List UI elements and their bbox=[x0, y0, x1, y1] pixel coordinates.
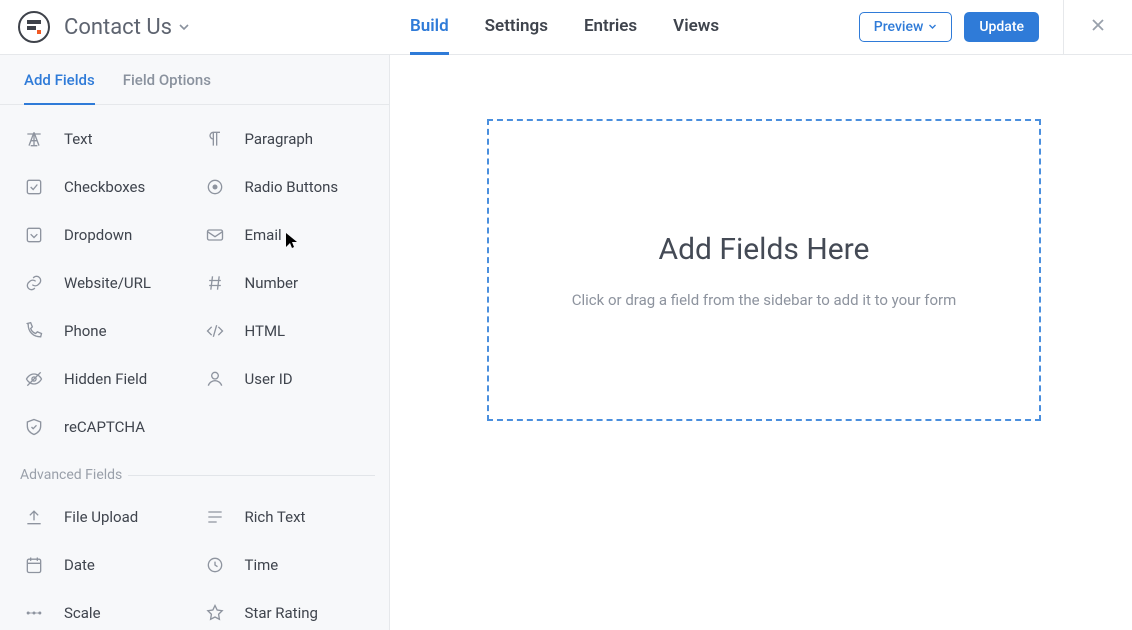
header-divider bbox=[1063, 0, 1064, 55]
phone-icon bbox=[22, 319, 46, 343]
field-label: Hidden Field bbox=[64, 370, 147, 388]
field-label: Scale bbox=[64, 604, 101, 622]
field-html[interactable]: HTML bbox=[195, 307, 376, 355]
field-label: Time bbox=[245, 556, 279, 574]
field-label: Email bbox=[245, 226, 282, 244]
field-email[interactable]: Email bbox=[195, 211, 376, 259]
field-time[interactable]: Time bbox=[195, 541, 376, 589]
section-label: Advanced Fields bbox=[10, 467, 128, 483]
field-label: Date bbox=[64, 556, 95, 574]
field-label: reCAPTCHA bbox=[64, 418, 145, 436]
rich-text-icon bbox=[203, 505, 227, 529]
field-label: Phone bbox=[64, 322, 107, 340]
field-recaptcha[interactable]: reCAPTCHA bbox=[14, 403, 195, 451]
field-label: Number bbox=[245, 274, 299, 292]
field-list: Text Paragraph Checkboxes bbox=[0, 105, 389, 630]
app-logo-icon bbox=[18, 11, 50, 43]
sidebar-tab-add-fields[interactable]: Add Fields bbox=[24, 71, 95, 105]
field-scale[interactable]: Scale bbox=[14, 589, 195, 630]
clock-icon bbox=[203, 553, 227, 577]
header-actions: Preview Update bbox=[859, 0, 1114, 55]
field-number[interactable]: Number bbox=[195, 259, 376, 307]
field-label: Paragraph bbox=[245, 130, 314, 148]
field-paragraph[interactable]: Paragraph bbox=[195, 115, 376, 163]
upload-icon bbox=[22, 505, 46, 529]
nav-entries[interactable]: Entries bbox=[584, 0, 637, 55]
field-file-upload[interactable]: File Upload bbox=[14, 493, 195, 541]
dropzone-subtitle: Click or drag a field from the sidebar t… bbox=[572, 291, 957, 309]
field-text[interactable]: Text bbox=[14, 115, 195, 163]
field-star-rating[interactable]: Star Rating bbox=[195, 589, 376, 630]
sidebar-tab-field-options[interactable]: Field Options bbox=[123, 71, 211, 105]
sidebar: Add Fields Field Options Text Paragraph bbox=[0, 55, 390, 630]
star-icon bbox=[203, 601, 227, 625]
field-label: User ID bbox=[245, 370, 293, 388]
field-website-url[interactable]: Website/URL bbox=[14, 259, 195, 307]
checkbox-icon bbox=[22, 175, 46, 199]
dropzone[interactable]: Add Fields Here Click or drag a field fr… bbox=[487, 119, 1041, 421]
field-label: HTML bbox=[245, 322, 286, 340]
field-label: Radio Buttons bbox=[245, 178, 339, 196]
chevron-down-icon bbox=[178, 21, 190, 33]
chevron-down-icon bbox=[928, 19, 937, 35]
update-button-label: Update bbox=[979, 19, 1024, 35]
dropzone-title: Add Fields Here bbox=[659, 232, 870, 267]
app-body: Add Fields Field Options Text Paragraph bbox=[0, 55, 1132, 630]
field-checkboxes[interactable]: Checkboxes bbox=[14, 163, 195, 211]
nav-views[interactable]: Views bbox=[673, 0, 719, 55]
link-icon bbox=[22, 271, 46, 295]
hash-icon bbox=[203, 271, 227, 295]
email-icon bbox=[203, 223, 227, 247]
update-button[interactable]: Update bbox=[964, 12, 1039, 42]
radio-icon bbox=[203, 175, 227, 199]
shield-check-icon bbox=[22, 415, 46, 439]
app-header: Contact Us Build Settings Entries Views … bbox=[0, 0, 1132, 55]
scale-icon bbox=[22, 601, 46, 625]
field-label: Website/URL bbox=[64, 274, 151, 292]
field-label: Text bbox=[64, 130, 93, 148]
dropdown-icon bbox=[22, 223, 46, 247]
nav-build[interactable]: Build bbox=[410, 0, 449, 55]
header-nav: Build Settings Entries Views bbox=[410, 0, 719, 54]
field-date[interactable]: Date bbox=[14, 541, 195, 589]
field-hidden[interactable]: Hidden Field bbox=[14, 355, 195, 403]
code-icon bbox=[203, 319, 227, 343]
form-title-dropdown[interactable]: Contact Us bbox=[64, 15, 190, 40]
form-canvas[interactable]: Add Fields Here Click or drag a field fr… bbox=[390, 55, 1132, 630]
field-label: Dropdown bbox=[64, 226, 132, 244]
user-icon bbox=[203, 367, 227, 391]
field-label: Star Rating bbox=[245, 604, 318, 622]
field-label: File Upload bbox=[64, 508, 138, 526]
eye-off-icon bbox=[22, 367, 46, 391]
text-icon bbox=[22, 127, 46, 151]
section-advanced-fields: Advanced Fields bbox=[14, 467, 375, 483]
preview-button[interactable]: Preview bbox=[859, 12, 953, 42]
field-user-id[interactable]: User ID bbox=[195, 355, 376, 403]
sidebar-tabs: Add Fields Field Options bbox=[0, 55, 389, 105]
field-phone[interactable]: Phone bbox=[14, 307, 195, 355]
close-icon bbox=[1090, 17, 1106, 38]
nav-settings[interactable]: Settings bbox=[485, 0, 548, 55]
field-label: Rich Text bbox=[245, 508, 306, 526]
field-label: Checkboxes bbox=[64, 178, 145, 196]
form-title-label: Contact Us bbox=[64, 15, 172, 40]
paragraph-icon bbox=[203, 127, 227, 151]
preview-button-label: Preview bbox=[874, 19, 924, 35]
close-button[interactable] bbox=[1082, 11, 1114, 43]
field-rich-text[interactable]: Rich Text bbox=[195, 493, 376, 541]
field-radio-buttons[interactable]: Radio Buttons bbox=[195, 163, 376, 211]
field-dropdown[interactable]: Dropdown bbox=[14, 211, 195, 259]
calendar-icon bbox=[22, 553, 46, 577]
